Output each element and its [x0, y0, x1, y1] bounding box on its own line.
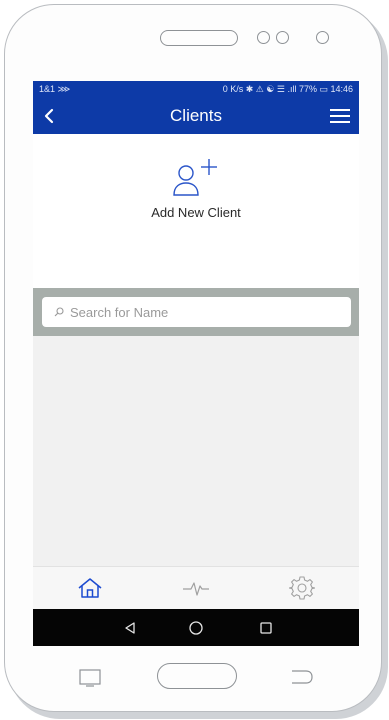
search-box[interactable]: [42, 297, 351, 327]
hardware-home-button[interactable]: [157, 663, 237, 689]
nav-home-button[interactable]: [73, 573, 107, 603]
phone-screen: 1&1 ⋙ 0 K/s ✱ ⚠ ☯ ☰ .ıll 77% ▭ 14:46 Cli…: [33, 81, 359, 646]
client-list: [33, 336, 359, 566]
recents-square-icon: [260, 622, 272, 634]
front-camera: [316, 31, 329, 44]
system-back-button[interactable]: [119, 617, 141, 639]
chevron-left-icon: [44, 108, 54, 124]
nav-activity-button[interactable]: [179, 573, 213, 603]
status-bar: 1&1 ⋙ 0 K/s ✱ ⚠ ☯ ☰ .ıll 77% ▭ 14:46: [33, 81, 359, 98]
add-client-panel: Add New Client: [33, 134, 359, 288]
add-new-client-button[interactable]: Add New Client: [123, 159, 269, 229]
app-bar: Clients: [33, 98, 359, 134]
menu-button[interactable]: [329, 106, 351, 126]
search-input[interactable]: [70, 304, 330, 320]
hardware-recents-key-icon[interactable]: [78, 668, 102, 688]
status-indicators: 0 K/s ✱ ⚠ ☯ ☰ .ıll 77% ▭ 14:46: [222, 84, 353, 94]
activity-pulse-icon: [183, 582, 209, 596]
page-title: Clients: [170, 106, 222, 125]
front-sensor: [257, 31, 270, 44]
status-carrier: 1&1 ⋙: [39, 84, 71, 94]
hardware-back-key-icon[interactable]: [290, 668, 314, 686]
hamburger-menu-icon: [330, 109, 350, 123]
back-button[interactable]: [39, 106, 59, 126]
back-triangle-icon: [125, 622, 135, 634]
bottom-navigation: [33, 566, 359, 609]
nav-settings-button[interactable]: [285, 573, 319, 603]
add-user-icon: [173, 159, 217, 196]
home-circle-icon: [189, 621, 203, 635]
home-icon: [78, 578, 102, 598]
earpiece-slot: [160, 30, 238, 46]
system-recents-button[interactable]: [255, 617, 277, 639]
system-home-button[interactable]: [185, 617, 207, 639]
search-icon: [54, 307, 64, 317]
add-new-client-label: Add New Client: [151, 205, 241, 220]
system-navigation-bar: [33, 609, 359, 646]
front-sensor: [276, 31, 289, 44]
search-bar-container: [33, 288, 359, 336]
settings-gear-icon: [289, 576, 315, 600]
